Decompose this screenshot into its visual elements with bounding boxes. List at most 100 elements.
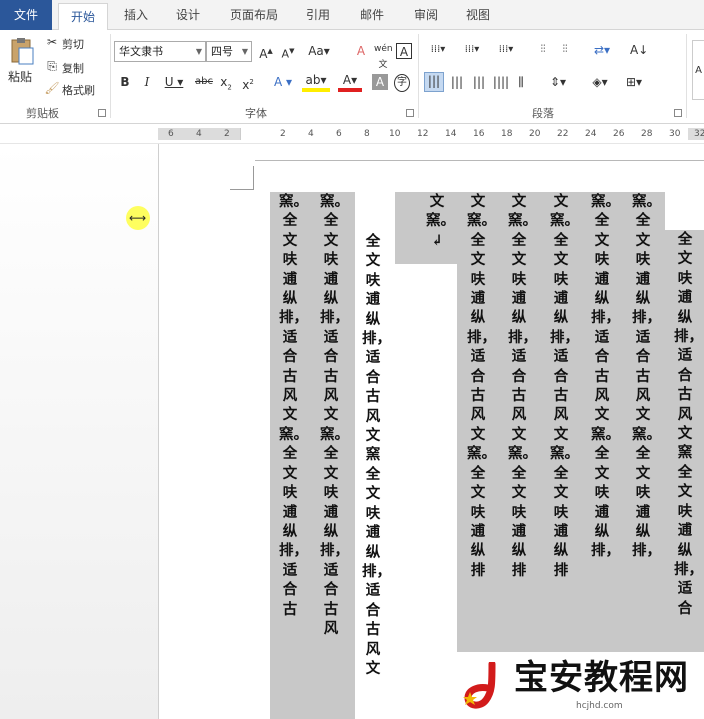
- text-column: 文窯。全文呋逋纵排，适合古风文窯。全文呋逋纵排: [550, 193, 579, 579]
- ruler-number: 6: [336, 129, 342, 139]
- chevron-down-icon: ▼: [241, 47, 248, 56]
- text-column: 全文呋逋纵排，适合古风文窯全文呋逋纵排，适合: [674, 231, 703, 617]
- font-launcher-icon[interactable]: [406, 109, 414, 117]
- ruler-number: 26: [613, 129, 625, 139]
- bold-icon[interactable]: B: [118, 74, 132, 90]
- align-center-icon[interactable]: |||: [448, 74, 466, 90]
- highlight-color-icon[interactable]: ab▾: [302, 72, 330, 92]
- group-separator: [110, 34, 111, 118]
- clear-formatting-icon[interactable]: A: [352, 43, 370, 59]
- font-size-combo[interactable]: 四号 ▼: [206, 41, 252, 62]
- tab-review[interactable]: 审阅: [404, 0, 448, 30]
- ruler-number: 6: [168, 129, 174, 139]
- tab-home[interactable]: 开始: [58, 3, 108, 31]
- clipboard-group-label: 剪贴板: [26, 107, 59, 120]
- subscript-icon[interactable]: x2: [218, 74, 234, 95]
- enclose-characters-icon[interactable]: 字: [394, 74, 410, 92]
- text-effects-icon[interactable]: A ▾: [270, 74, 296, 90]
- align-bottom-icon[interactable]: |||: [470, 74, 488, 90]
- ribbon-tab-bar: 文件 开始 插入 设计 页面布局 引用 邮件 审阅 视图: [0, 0, 704, 31]
- chevron-down-icon: ▼: [195, 47, 202, 56]
- paste-button[interactable]: 粘贴: [8, 68, 32, 85]
- paragraph-group-label: 段落: [532, 107, 554, 120]
- underline-icon[interactable]: U ▾: [162, 74, 186, 90]
- superscript-icon[interactable]: x2: [240, 74, 256, 93]
- styles-gallery[interactable]: A: [692, 40, 704, 100]
- page-top-line: [255, 160, 704, 161]
- decrease-indent-icon[interactable]: ⫶⫶: [534, 42, 552, 58]
- group-separator: [686, 34, 687, 118]
- paragraph-launcher-icon[interactable]: [674, 109, 682, 117]
- site-watermark: 宝安教程网 hcjhd.com: [456, 656, 704, 719]
- clipboard-launcher-icon[interactable]: [98, 109, 106, 117]
- shading-icon[interactable]: ◈▾: [586, 74, 614, 90]
- font-name-value: 华文隶书: [119, 45, 163, 58]
- tab-references[interactable]: 引用: [296, 0, 340, 30]
- tab-insert[interactable]: 插入: [114, 0, 158, 30]
- tab-page-layout[interactable]: 页面布局: [222, 0, 286, 30]
- paste-icon[interactable]: [8, 36, 36, 66]
- cut-button[interactable]: 剪切: [62, 36, 84, 52]
- align-top-icon[interactable]: |||: [424, 72, 444, 92]
- ruler-number: 2: [280, 129, 286, 139]
- ruler-number: 4: [196, 129, 202, 139]
- column-resize-cursor-icon: ⟷: [129, 211, 147, 225]
- increase-indent-icon[interactable]: ⫶⫶: [556, 42, 574, 58]
- ruler-number: 18: [501, 129, 513, 139]
- font-group-label: 字体: [245, 107, 267, 120]
- bullets-icon[interactable]: ⁞⁞⁞▾: [424, 42, 452, 58]
- distributed-icon[interactable]: ⫼: [512, 74, 530, 90]
- phonetic-guide-icon[interactable]: wén 文: [374, 41, 393, 73]
- format-painter-button[interactable]: 格式刷: [62, 82, 95, 98]
- text-column: 全文呋逋纵排，适合古风文窯全文呋逋纵排，适合古风文: [362, 233, 391, 677]
- borders-icon[interactable]: ⊞▾: [620, 74, 648, 90]
- multilevel-list-icon[interactable]: ⁞⁞⁞▾: [492, 42, 520, 58]
- ruler-number: 12: [417, 129, 429, 139]
- grow-font-icon[interactable]: A▲: [258, 43, 274, 62]
- line-spacing-icon[interactable]: ⇕▾: [544, 74, 572, 90]
- text-column: 窯。全文呋逋纵排，适合古风文窯。全文呋逋纵排，: [632, 193, 661, 560]
- ruler-number: 8: [364, 129, 370, 139]
- copy-button[interactable]: 复制: [62, 60, 84, 76]
- ruler-number: 20: [529, 129, 541, 139]
- watermark-title: 宝安教程网: [514, 658, 689, 698]
- tab-design[interactable]: 设计: [166, 0, 210, 30]
- font-size-value: 四号: [211, 45, 233, 58]
- font-color-icon[interactable]: A▾: [338, 72, 362, 92]
- numbering-icon[interactable]: ⁞⁞⁞▾: [458, 42, 486, 58]
- shrink-font-icon[interactable]: A▼: [280, 43, 296, 63]
- ruler-number: 24: [585, 129, 597, 139]
- text-column: 窯。全文呋逋纵排，适合古风文窯。全文呋逋纵排，适合古: [279, 193, 308, 618]
- ruler-number: 10: [389, 129, 401, 139]
- document-page[interactable]: 窯。全文呋逋纵排，适合古风文窯。全文呋逋纵排，适合古 窯。全文呋逋纵排，适合古风…: [160, 144, 704, 719]
- text-column: 窯。全文呋逋纵排，适合古风文窯。全文呋逋纵排，: [591, 193, 620, 560]
- strikethrough-icon[interactable]: abc: [194, 74, 214, 90]
- character-border-icon[interactable]: A: [396, 43, 412, 59]
- copy-icon[interactable]: ⎘: [44, 58, 60, 74]
- mouse-cursor-highlight: ⟷: [126, 206, 150, 230]
- font-name-combo[interactable]: 华文隶书 ▼: [114, 41, 206, 62]
- group-separator: [418, 34, 419, 118]
- italic-icon[interactable]: I: [140, 74, 154, 90]
- justify-icon[interactable]: ||||: [492, 74, 510, 90]
- tab-mailings[interactable]: 邮件: [350, 0, 394, 30]
- tab-file[interactable]: 文件: [0, 0, 52, 30]
- ruler-number: 4: [308, 129, 314, 139]
- ruler-number: 2: [224, 129, 230, 139]
- scissors-icon[interactable]: ✂: [44, 34, 60, 50]
- sort-icon[interactable]: A↓: [630, 42, 648, 58]
- character-shading-icon[interactable]: A: [372, 74, 388, 90]
- text-direction-icon[interactable]: ⇄▾: [588, 42, 616, 58]
- ruler-number: 32: [694, 129, 704, 139]
- watermark-url: hcjhd.com: [576, 701, 623, 711]
- tab-view[interactable]: 视图: [456, 0, 500, 30]
- text-column: 文窯。全文呋逋纵排，适合古风文窯。全文呋逋纵排: [467, 193, 496, 579]
- ruler-number: 16: [473, 129, 485, 139]
- word-window: 文件 开始 插入 设计 页面布局 引用 邮件 审阅 视图 粘贴 ✂ 剪切 ⎘ 复…: [0, 0, 704, 719]
- ruler-number: 30: [669, 129, 681, 139]
- change-case-icon[interactable]: Aa▾: [306, 43, 332, 59]
- text-column: 文窯。全文呋逋纵排，适合古风文窯。全文呋逋纵排: [508, 193, 537, 579]
- horizontal-ruler: 6 4 2 2 4 6 8 10 12 14 16 18 20 22 24 26…: [0, 124, 704, 144]
- format-painter-icon[interactable]: 🖌: [44, 80, 60, 96]
- ribbon-home: 粘贴 ✂ 剪切 ⎘ 复制 🖌 格式刷 剪贴板 华文隶书 ▼ 四号 ▼ A▲ A▼ A…: [0, 30, 704, 124]
